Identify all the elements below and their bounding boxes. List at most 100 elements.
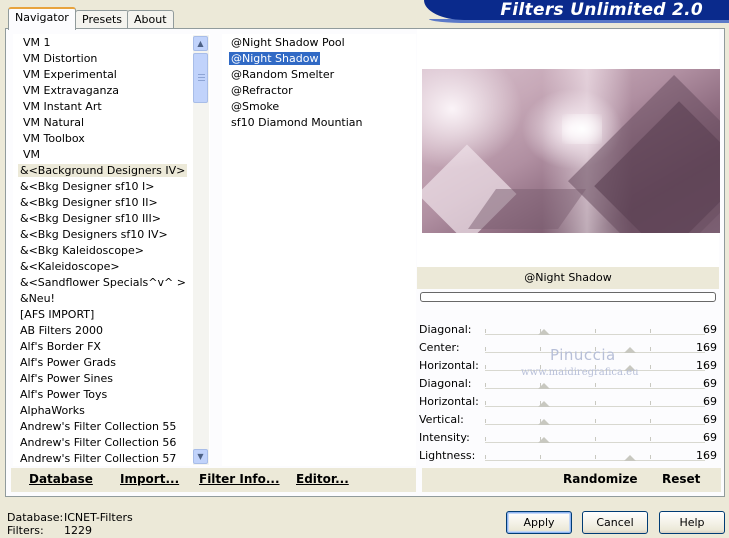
param-slider-thumb[interactable] [538,419,551,425]
category-item[interactable]: [AFS IMPORT] [14,307,209,323]
param-label: Intensity: [419,431,470,444]
param-slider-thumb[interactable] [538,437,551,443]
param-tick [540,455,541,459]
param-tick [485,401,486,405]
category-item[interactable]: &<Background Designers IV> [14,163,209,179]
watermark-name: Pinuccia [550,346,616,364]
param-tick [485,329,486,333]
banner-title: Filters Unlimited 2.0 [500,0,703,20]
category-item[interactable]: Andrew's Filter Collection 55 [14,419,209,435]
reset-button[interactable]: Reset [662,468,700,490]
filter-list[interactable]: @Night Shadow Pool @Night Shadow @Random S… [222,34,416,466]
param-value: 69 [703,377,717,390]
category-item[interactable]: VM Experimental [14,67,209,83]
tab-presets[interactable]: Presets [75,10,130,29]
param-tick [650,455,651,459]
param-row[interactable]: Diagonal: 69 [417,321,719,339]
category-item[interactable]: Alf's Power Sines [14,371,209,387]
param-value: 169 [696,341,717,354]
param-label: Horizontal: [419,359,479,372]
category-item[interactable]: VM 1 [14,35,209,51]
category-item[interactable]: AB Filters 2000 [14,323,209,339]
apply-button[interactable]: Apply [506,511,572,534]
filter-info-link[interactable]: Filter Info... [199,468,280,490]
param-label: Diagonal: [419,377,472,390]
param-slider-thumb[interactable] [538,401,551,407]
param-tick [650,383,651,387]
category-item[interactable]: VM Extravaganza [14,83,209,99]
param-label: Diagonal: [419,323,472,336]
param-slider-track[interactable] [485,424,705,425]
param-slider-track[interactable] [485,460,705,461]
param-tick [595,383,596,387]
category-item[interactable]: Alf's Border FX [14,339,209,355]
param-tick [595,455,596,459]
param-tick [595,437,596,441]
category-item[interactable]: Andrew's Filter Collection 57 [14,451,209,465]
category-item[interactable]: Alf's Power Toys [14,387,209,403]
param-row[interactable]: Lightness: 169 [417,447,719,465]
param-tick [595,401,596,405]
filter-item[interactable]: @Refractor [223,83,415,99]
database-link[interactable]: Database [29,468,93,490]
param-tick [595,419,596,423]
filter-item[interactable]: @Random Smelter [223,67,415,83]
param-slider-track[interactable] [485,406,705,407]
param-label: Vertical: [419,413,464,426]
param-tick [540,347,541,351]
category-item[interactable]: &<Bkg Designer sf10 III> [14,211,209,227]
category-item[interactable]: &<Bkg Designers sf10 IV> [14,227,209,243]
param-slider-thumb[interactable] [624,347,637,353]
category-item[interactable]: VM Instant Art [14,99,209,115]
filter-item[interactable]: sf10 Diamond Mountian [223,115,415,131]
category-item[interactable]: Alf's Power Grads [14,355,209,371]
param-value: 69 [703,395,717,408]
editor-link[interactable]: Editor... [296,468,349,490]
category-item[interactable]: &<Sandflower Specials^v^ > [14,275,209,291]
category-item[interactable]: Andrew's Filter Collection 56 [14,435,209,451]
category-item[interactable]: VM Natural [14,115,209,131]
category-list[interactable]: VM 1 VM Distortion VM Experimental VM Extra… [13,34,210,466]
category-item[interactable]: &<Bkg Designer sf10 II> [14,195,209,211]
param-slider-track[interactable] [485,334,705,335]
status-filters: Filters: 1229 [7,524,92,537]
filter-item[interactable]: @Night Shadow [223,51,415,67]
param-slider-thumb[interactable] [624,455,637,461]
category-item[interactable]: &<Bkg Kaleidoscope> [14,243,209,259]
scroll-thumb[interactable] [193,53,208,103]
navigator-panel: VM 1 VM Distortion VM Experimental VM Extra… [5,28,725,497]
randomize-button[interactable]: Randomize [563,468,637,490]
status-filters-value: 1229 [64,524,92,537]
cancel-button[interactable]: Cancel [582,511,648,534]
import-link[interactable]: Import... [120,468,179,490]
tab-about[interactable]: About [127,10,174,29]
param-value: 169 [696,359,717,372]
param-value: 69 [703,323,717,336]
help-button[interactable]: Help [659,511,725,534]
filter-item[interactable]: @Smoke [223,99,415,115]
param-slider-track[interactable] [485,442,705,443]
param-row[interactable]: Horizontal: 69 [417,393,719,411]
banner: Filters Unlimited 2.0 [424,0,729,20]
left-link-bar: Database Import... Filter Info... Editor… [11,468,416,492]
param-slider-track[interactable] [485,388,705,389]
param-tick [485,455,486,459]
param-slider-thumb[interactable] [538,329,551,335]
param-row[interactable]: Intensity: 69 [417,429,719,447]
param-tick [650,401,651,405]
filter-item[interactable]: @Night Shadow Pool [223,35,415,51]
category-scrollbar[interactable]: ▲ ▼ [193,35,209,465]
category-item[interactable]: &Neu! [14,291,209,307]
param-value: 169 [696,449,717,462]
category-item[interactable]: VM Toolbox [14,131,209,147]
param-slider-thumb[interactable] [538,383,551,389]
scroll-down-icon[interactable]: ▼ [193,449,208,464]
param-row[interactable]: Vertical: 69 [417,411,719,429]
category-item[interactable]: &<Kaleidoscope> [14,259,209,275]
category-item[interactable]: VM [14,147,209,163]
tab-navigator[interactable]: Navigator [8,7,76,30]
category-item[interactable]: &<Bkg Designer sf10 I> [14,179,209,195]
scroll-up-icon[interactable]: ▲ [193,36,208,51]
category-item[interactable]: AlphaWorks [14,403,209,419]
category-item[interactable]: VM Distortion [14,51,209,67]
